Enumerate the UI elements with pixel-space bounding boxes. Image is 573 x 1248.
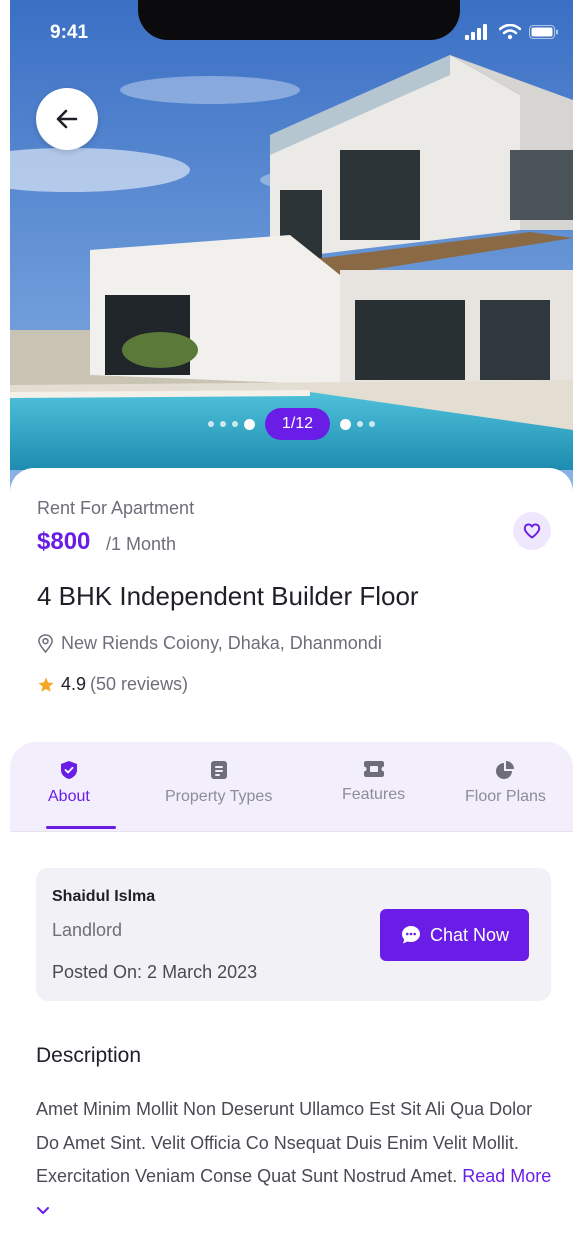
pie-chart-icon [496,761,515,779]
gallery-counter: 1/12 [264,408,331,440]
gallery-pager: 1/12 [10,408,573,440]
property-details: Rent For Apartment $800 /1 Month 4 BHK I… [10,468,573,758]
tab-label: Floor Plans [465,788,546,805]
document-icon [210,761,227,779]
favorite-button[interactable] [513,512,551,550]
landlord-role: Landlord [52,920,123,940]
tab-label: Property Types [165,788,273,805]
battery-icon [529,25,558,39]
property-location: New Riends Coiony, Dhaka, Dhanmondi [37,633,382,654]
posted-date: Posted On: 2 March 2023 [52,962,258,982]
tab-label: Features [342,786,406,803]
landlord-name: Shaidul Islma [52,888,156,905]
price: $800 [37,528,91,555]
detail-tabs: About Property Types Features Floor Plan… [10,742,573,832]
chat-now-label: Chat Now [429,924,510,945]
pager-dot [243,418,255,430]
tab-property-types[interactable]: Property Types [165,760,272,806]
pager-dot [231,421,238,427]
device-notch [138,0,460,40]
tabs-divider [10,831,573,832]
description-body: Amet Minim Mollit Non Deserunt Ullamco E… [36,1099,533,1186]
price-period: /1 Month [106,534,177,554]
wifi-icon [499,24,521,40]
read-more-label: Read More [462,1166,552,1186]
pager-dot [219,421,226,427]
tab-about[interactable]: About [48,760,90,806]
pager-dot [207,421,214,427]
tab-floor-plans[interactable]: Floor Plans [465,760,546,806]
location-pin-icon [38,634,53,653]
description-heading: Description [36,1044,142,1067]
location-text: New Riends Coiony, Dhaka, Dhanmondi [61,633,382,653]
status-bar: 9:41 [10,0,573,70]
pager-dot [357,421,364,427]
ticket-icon [363,761,384,777]
property-image-gallery[interactable]: 9:41 1/12 [10,0,573,500]
heart-icon [523,523,541,539]
arrow-left-icon [56,109,78,129]
property-title: 4 BHK Independent Builder Floor [37,581,419,611]
tab-label: About [48,788,90,805]
shield-icon [60,761,77,779]
pager-dot [340,418,352,430]
review-count[interactable]: (50 reviews) [90,674,188,695]
description-text: Amet Minim Mollit Non Deserunt Ullamco E… [36,1093,556,1227]
rating-value: 4.9 [61,674,87,694]
status-time: 9:41 [50,22,89,43]
chat-bubble-icon [401,926,420,944]
signal-icon [465,24,487,40]
property-rating: 4.9 (50 reviews) [37,674,188,695]
chat-now-button[interactable]: Chat Now [380,909,529,961]
active-tab-indicator [46,826,116,829]
listing-type: Rent For Apartment [37,498,195,518]
status-icons [465,24,559,40]
back-button[interactable] [36,88,98,150]
pager-dot [369,421,376,427]
landlord-card: Shaidul Islma Landlord Posted On: 2 Marc… [36,868,551,1001]
chevron-down-icon [37,1206,49,1214]
tab-features[interactable]: Features [342,760,405,804]
star-icon [38,677,54,692]
